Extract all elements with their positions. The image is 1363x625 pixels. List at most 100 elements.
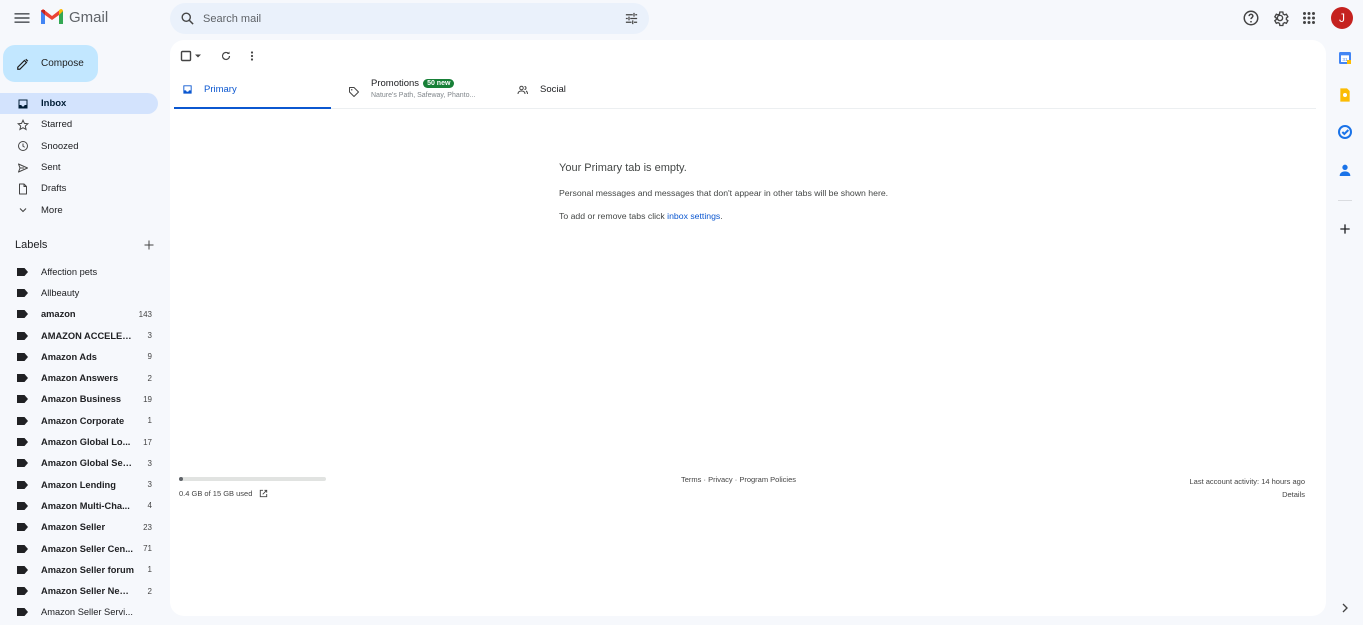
tasks-addon[interactable]	[1337, 124, 1353, 140]
account-activity: Last account activity: 14 hours ago Deta…	[1189, 477, 1306, 501]
tag-icon	[349, 87, 359, 97]
label-tag-icon	[17, 544, 28, 553]
label-count: 2	[147, 373, 152, 383]
label-tag-icon	[17, 523, 28, 532]
label-name: Amazon Seller	[41, 522, 106, 533]
label-item[interactable]: Amazon Seller New... 2	[0, 580, 160, 601]
storage-fill	[179, 477, 183, 481]
footer-links[interactable]: Terms · Privacy · Program Policies	[681, 475, 796, 484]
label-tag-icon	[17, 480, 28, 489]
filter-options-icon[interactable]	[624, 11, 639, 26]
keep-icon	[1340, 88, 1350, 102]
promotions-senders: Nature's Path, Safeway, Phanto...	[371, 92, 476, 99]
sidebar-item-inbox[interactable]: Inbox	[0, 93, 158, 115]
label-tag-icon	[17, 438, 28, 447]
label-count: 143	[138, 309, 152, 319]
keep-addon[interactable]	[1337, 87, 1353, 103]
activity-details-link[interactable]: Details	[1190, 488, 1305, 501]
calendar-addon[interactable]: 31	[1337, 50, 1353, 66]
tab-primary[interactable]: Primary	[174, 76, 331, 109]
main-panel: Primary Promotions 50 new Nature's Path,…	[170, 40, 1326, 616]
label-tag-icon	[17, 501, 28, 510]
label-item[interactable]: AMAZON ACCELER... 3	[0, 325, 160, 346]
label-tag-icon	[17, 459, 28, 468]
account-avatar[interactable]: J	[1331, 7, 1353, 29]
label-item[interactable]: Amazon Global Sell... 3	[0, 453, 160, 474]
label-count: 3	[147, 458, 152, 468]
label-item[interactable]: Amazon Lending 3	[0, 474, 160, 495]
label-item[interactable]: amazon 143	[0, 304, 160, 325]
label-item[interactable]: Amazon Seller Servi...	[0, 602, 160, 623]
more-vert-icon	[250, 51, 254, 61]
label-name: amazon	[41, 309, 76, 320]
label-count: 71	[143, 544, 152, 553]
help-icon	[1243, 10, 1259, 26]
sidebar-nav: Inbox Starred Snoozed Sent Drafts More	[0, 93, 160, 221]
label-count: 3	[147, 480, 152, 490]
sidebar-item-snoozed[interactable]: Snoozed	[0, 136, 158, 157]
label-item[interactable]: Amazon Ads 9	[0, 346, 160, 367]
label-item[interactable]: Amazon Seller forum 1	[0, 559, 160, 580]
calendar-icon: 31	[1339, 52, 1351, 64]
label-item[interactable]: Amazon Multi-Cha... 4	[0, 495, 160, 516]
label-item[interactable]: Amazon Seller 23	[0, 517, 160, 538]
open-in-new-icon[interactable]	[258, 488, 269, 499]
labels-list: Affection pets Allbeauty amazon 143 AMAZON A…	[0, 261, 160, 623]
svg-text:31: 31	[1342, 57, 1348, 62]
label-item[interactable]: Amazon Global Lo... 17	[0, 431, 160, 452]
label-name: Amazon Corporate	[41, 415, 125, 426]
google-apps-button[interactable]	[1300, 9, 1318, 27]
label-name: Amazon Multi-Cha...	[41, 500, 130, 511]
clock-icon	[18, 141, 28, 152]
tasks-icon	[1338, 125, 1352, 139]
tab-promotions[interactable]: Promotions 50 new Nature's Path, Safeway…	[348, 76, 475, 109]
label-name: Amazon Seller Cen...	[41, 543, 133, 554]
compose-button[interactable]: Compose	[3, 45, 98, 82]
label-count: 17	[143, 437, 152, 447]
contacts-addon[interactable]	[1337, 162, 1353, 178]
plus-icon[interactable]	[143, 239, 155, 251]
label-item[interactable]: Amazon Corporate 1	[0, 410, 160, 431]
sidebar-item-sent[interactable]: Sent	[0, 157, 158, 178]
labels-header: Labels	[15, 239, 155, 251]
label-item[interactable]: Amazon Answers 2	[0, 367, 160, 388]
label-item[interactable]: Affection pets	[0, 261, 160, 282]
hide-side-panel-button[interactable]	[1337, 600, 1353, 616]
chevron-down-icon	[19, 208, 27, 213]
support-button[interactable]	[1242, 9, 1260, 27]
star-icon	[17, 118, 29, 131]
label-tag-icon	[17, 310, 28, 319]
label-count: 1	[147, 565, 152, 575]
label-item[interactable]: Amazon Seller Cen... 71	[0, 538, 160, 559]
label-item[interactable]: Allbeauty	[0, 282, 160, 303]
label-tag-icon	[17, 374, 28, 383]
label-tag-icon	[17, 267, 28, 276]
label-name: Amazon Ads	[41, 351, 97, 362]
sidebar-item-drafts[interactable]: Drafts	[0, 178, 158, 199]
more-actions-button[interactable]	[246, 50, 258, 62]
label-name: Amazon Lending	[41, 479, 116, 490]
select-all-checkbox[interactable]	[180, 50, 202, 62]
main-menu-button[interactable]	[12, 8, 32, 28]
label-item[interactable]: Amazon Business 19	[0, 389, 160, 410]
storage-bar	[179, 477, 326, 481]
label-count: 23	[143, 522, 152, 532]
tab-social[interactable]: Social	[517, 76, 566, 109]
label-tag-icon	[17, 352, 28, 361]
hamburger-icon	[14, 13, 30, 23]
label-tag-icon	[17, 608, 28, 617]
label-count: 2	[147, 586, 152, 596]
gmail-logo[interactable]: Gmail	[40, 8, 108, 26]
label-tag-icon	[17, 331, 28, 340]
refresh-icon	[221, 51, 231, 61]
get-addons-button[interactable]	[1337, 221, 1353, 237]
search-input[interactable]	[203, 12, 624, 25]
sidebar-item-more[interactable]: More	[0, 199, 158, 220]
search-bar[interactable]	[170, 3, 649, 34]
refresh-button[interactable]	[220, 50, 232, 62]
contacts-icon	[1339, 164, 1351, 176]
inbox-settings-link[interactable]: inbox settings	[667, 211, 720, 221]
settings-button[interactable]	[1271, 9, 1289, 27]
search-icon[interactable]	[180, 11, 195, 26]
sidebar-item-starred[interactable]: Starred	[0, 114, 158, 135]
